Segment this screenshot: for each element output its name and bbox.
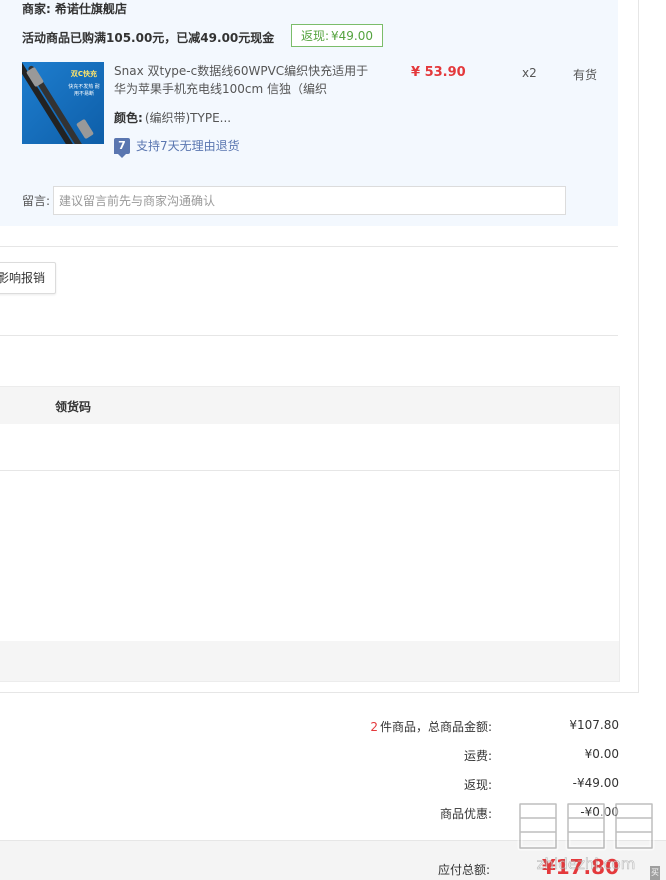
return-policy-text[interactable]: 支持7天无理由退货 [136, 137, 240, 154]
summary-cashback-value: -¥49.00 [572, 776, 619, 790]
product-image-subtext: 快充不发热 耐用不易断 [68, 84, 100, 97]
payable-total-label: 应付总额: [437, 863, 490, 877]
summary-discount-label: 商品优惠: [439, 807, 492, 821]
summary-items-total: 2 件商品，总商品金额: ¥107.80 [0, 718, 666, 738]
product-quantity: x2 [522, 66, 537, 80]
product-color-value: (编织带)TYPE... [144, 111, 232, 125]
invoice-option-button[interactable]: 影响报销 [0, 262, 56, 294]
summary-items-label: 2 件商品，总商品金额: [370, 718, 492, 735]
merchant-label: 商家: [22, 2, 51, 16]
product-stock-status: 有货 [573, 68, 598, 82]
summary-shipping: 运费: ¥0.00 [0, 747, 666, 767]
payable-total-bar: 应付总额: ¥17.80 [0, 840, 666, 880]
product-title-link[interactable]: Snax 双type-c数据线60WPVC编织快充适用于华为苹果手机充电线100… [114, 62, 374, 98]
summary-discount: 商品优惠: -¥0.00 [0, 805, 666, 825]
return-policy[interactable]: 7 支持7天无理由退货 [114, 137, 240, 158]
seven-day-return-icon: 7 [114, 137, 130, 158]
pickup-code-table: 领货码 [0, 386, 620, 682]
note-input[interactable] [53, 186, 566, 215]
plug-graphic [75, 118, 95, 140]
product-color-spec: 颜色: (编织带)TYPE... [114, 109, 231, 126]
summary-cashback: 返现: -¥49.00 [0, 776, 666, 796]
product-image[interactable]: 双C快充 快充不发热 耐用不易断 [22, 62, 104, 144]
table-row-divider [0, 470, 619, 471]
product-color-label: 颜色: [114, 111, 143, 125]
container-border [0, 692, 639, 693]
payable-total-value: ¥17.80 [541, 855, 619, 879]
promo-text: 活动商品已购满105.00元，已减49.00元现金 [22, 31, 275, 45]
cashback-badge-label: 返现: [300, 29, 330, 43]
cashback-badge-value: ¥49.00 [331, 28, 374, 43]
summary-items-value: ¥107.80 [569, 718, 619, 732]
summary-discount-value: -¥0.00 [580, 805, 619, 819]
summary-items-text: 件商品，总商品金额: [379, 720, 492, 734]
summary-shipping-value: ¥0.00 [584, 747, 619, 761]
table-header: 领货码 [0, 387, 619, 424]
merchant-name: 商家: 希诺仕旗舰店 [22, 0, 127, 17]
summary-item-count: 2 [370, 720, 378, 734]
cashback-badge: 返现: ¥49.00 [291, 24, 383, 47]
summary-cashback-label: 返现: [463, 778, 492, 792]
summary-shipping-label: 运费: [463, 749, 492, 763]
product-price: ¥ 53.90 [411, 65, 466, 80]
section-divider [0, 246, 618, 247]
container-border [638, 0, 639, 693]
merchant-order-panel: 商家: 希诺仕旗舰店 活动商品已购满105.00元，已减49.00元现金 返现: … [0, 0, 618, 226]
section-divider [0, 335, 618, 336]
note-label: 留言: [22, 194, 51, 208]
product-image-tag: 双C快充 [70, 70, 98, 78]
table-footer [0, 641, 619, 681]
pickup-code-column-header: 领货码 [55, 400, 92, 414]
merchant-store-link[interactable]: 希诺仕旗舰店 [55, 2, 127, 16]
